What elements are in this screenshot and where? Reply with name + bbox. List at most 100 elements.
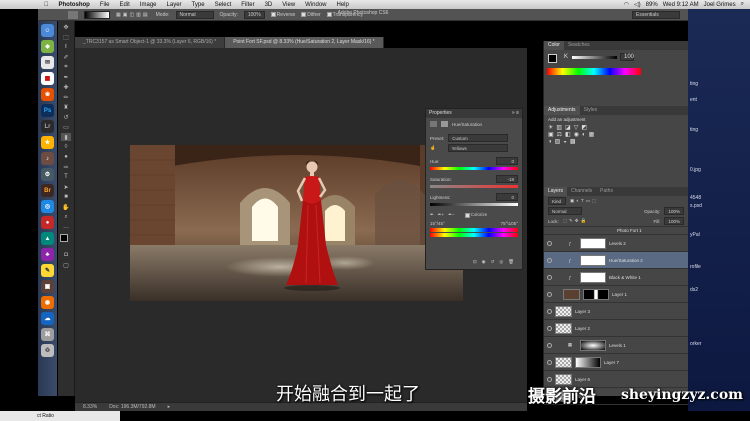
lightroom-icon[interactable]: Lr bbox=[41, 120, 54, 133]
channel-select[interactable]: Yellows bbox=[447, 144, 508, 152]
visibility-eye-icon[interactable] bbox=[547, 325, 552, 331]
path-select-tool-icon[interactable]: ➤ bbox=[61, 183, 71, 191]
safari-icon[interactable]: ◎ bbox=[41, 200, 54, 213]
workspace-select[interactable]: Essentials bbox=[632, 10, 680, 19]
visibility-eye-icon[interactable] bbox=[547, 342, 552, 348]
gradient-type-icons[interactable]: ▦▣◫▥▤ bbox=[116, 12, 150, 18]
menu-edit[interactable]: Edit bbox=[115, 2, 135, 8]
volume-icon[interactable]: ◁) bbox=[634, 1, 641, 8]
doc-size[interactable]: Doc: 196.3M/792.8M bbox=[109, 404, 155, 410]
hue-slider[interactable] bbox=[430, 167, 518, 170]
layer-mask-thumbnail[interactable] bbox=[583, 288, 609, 300]
layer-row[interactable]: ƒ Levels 2 bbox=[544, 235, 688, 252]
trash-icon[interactable]: ♲ bbox=[41, 344, 54, 357]
color-swatches[interactable] bbox=[60, 234, 72, 248]
menu-help[interactable]: Help bbox=[332, 2, 354, 8]
menu-app-name[interactable]: Photoshop bbox=[54, 2, 95, 8]
lasso-tool-icon[interactable]: ℓ bbox=[61, 43, 71, 51]
hue-field[interactable]: 0 bbox=[496, 157, 518, 165]
document-image[interactable] bbox=[130, 145, 463, 301]
adjustment-icons-row-2[interactable]: ▣⚖◧◉◐▦ bbox=[548, 131, 684, 138]
clone-stamp-tool-icon[interactable]: ♜ bbox=[61, 103, 71, 111]
layer-row[interactable]: ƒ Black & White 1 bbox=[544, 269, 688, 286]
reverse-checkbox[interactable]: Reverse bbox=[270, 12, 295, 18]
visibility-eye-icon[interactable] bbox=[547, 257, 552, 263]
menu-image[interactable]: Image bbox=[135, 2, 162, 8]
crop-tool-icon[interactable]: ⌗ bbox=[61, 63, 71, 71]
desktop-file-label[interactable]: rofile bbox=[690, 264, 701, 270]
transparency-checkbox[interactable]: Transparency bbox=[326, 12, 363, 18]
layer-mask-thumbnail[interactable] bbox=[580, 254, 606, 266]
layer-mask-thumbnail[interactable] bbox=[580, 271, 606, 283]
healing-tool-icon[interactable]: ✚ bbox=[61, 83, 71, 91]
colorize-checkbox[interactable]: Colorize bbox=[464, 212, 487, 218]
lightness-slider[interactable] bbox=[430, 203, 518, 206]
reset-icon[interactable]: ↺ bbox=[491, 259, 495, 265]
layer-row[interactable]: ▦ Levels 1 bbox=[544, 337, 688, 354]
visibility-eye-icon[interactable] bbox=[547, 359, 552, 365]
menu-view[interactable]: View bbox=[277, 2, 300, 8]
desktop-file-label[interactable]: orker bbox=[690, 341, 701, 347]
desktop-file-label[interactable]: ting bbox=[690, 127, 698, 133]
menu-window[interactable]: Window bbox=[300, 2, 331, 8]
dither-checkbox[interactable]: Dither bbox=[301, 12, 321, 18]
eyedropper-icon[interactable]: ✒ bbox=[430, 212, 434, 218]
visibility-icon[interactable]: ◎ bbox=[499, 259, 503, 265]
hand-adjust-icon[interactable]: ☝ bbox=[430, 145, 436, 151]
blur-tool-icon[interactable]: ◊ bbox=[61, 143, 71, 151]
dodge-tool-icon[interactable]: ● bbox=[61, 153, 71, 161]
app-icon-2[interactable]: ★ bbox=[41, 136, 54, 149]
layer-group-row[interactable]: Photo Fort 1 bbox=[544, 227, 688, 235]
app-icon-5[interactable]: ● bbox=[41, 216, 54, 229]
menu-select[interactable]: Select bbox=[210, 2, 237, 8]
menu-layer[interactable]: Layer bbox=[162, 2, 187, 8]
marquee-tool-icon[interactable]: ⬚ bbox=[61, 33, 71, 41]
color-range-bar-top[interactable] bbox=[430, 228, 518, 232]
quick-mask-icon[interactable]: ◘ bbox=[61, 251, 71, 259]
status-arrow-icon[interactable]: ▸ bbox=[168, 404, 171, 410]
history-brush-tool-icon[interactable]: ↺ bbox=[61, 113, 71, 121]
opacity-field[interactable]: 100% bbox=[243, 10, 265, 19]
eraser-tool-icon[interactable]: ▭ bbox=[61, 123, 71, 131]
layer-row[interactable]: Layer 7 bbox=[544, 354, 688, 371]
bridge-icon[interactable]: Br bbox=[41, 184, 54, 197]
tab-layers[interactable]: Layers bbox=[544, 187, 568, 196]
desktop-file-label[interactable]: ting bbox=[690, 81, 698, 87]
tab-channels[interactable]: Channels bbox=[567, 187, 596, 196]
layer-mask-thumbnail[interactable] bbox=[575, 356, 601, 368]
app-icon-4[interactable]: ⚙ bbox=[41, 168, 54, 181]
photos-icon[interactable]: ❀ bbox=[41, 88, 54, 101]
menu-filter[interactable]: Filter bbox=[236, 2, 259, 8]
wifi-icon[interactable]: ◠ bbox=[624, 1, 629, 8]
app-icon-11[interactable]: ⌘ bbox=[41, 328, 54, 341]
app-icon-9[interactable]: ▣ bbox=[41, 280, 54, 293]
screen-mode-icon[interactable]: ▢ bbox=[61, 261, 71, 269]
app-icon[interactable]: ◆ bbox=[41, 40, 54, 53]
brush-tool-icon[interactable]: ✏ bbox=[61, 93, 71, 101]
eyedropper-minus-icon[interactable]: ✒− bbox=[448, 212, 454, 218]
fill-field[interactable]: 100% bbox=[664, 217, 684, 225]
layer-mask-thumbnail[interactable] bbox=[580, 339, 606, 351]
eyedropper-plus-icon[interactable]: ✒+ bbox=[438, 212, 444, 218]
adjustment-icons-row-3[interactable]: ◑▨◒▩ bbox=[548, 138, 684, 145]
menu-file[interactable]: File bbox=[95, 2, 115, 8]
color-range-bar-bottom[interactable] bbox=[430, 233, 518, 237]
quick-select-tool-icon[interactable]: ✐ bbox=[61, 53, 71, 61]
lock-icons[interactable]: ⬚✎✥🔒 bbox=[563, 218, 588, 224]
zoom-level[interactable]: 8.33% bbox=[83, 404, 97, 410]
layer-row[interactable]: Layer 3 bbox=[544, 303, 688, 320]
clip-to-layer-icon[interactable]: ⊡ bbox=[473, 259, 477, 265]
adjustment-icons-row-1[interactable]: ☀▥◪▽◩ bbox=[548, 124, 684, 131]
layer-row[interactable]: ƒ Hue/Saturation 2 bbox=[544, 252, 688, 269]
photoshop-icon[interactable]: Ps bbox=[41, 104, 54, 117]
desktop-file-label[interactable]: 0.jpg bbox=[690, 167, 701, 173]
tab-swatches[interactable]: Swatches bbox=[564, 41, 594, 50]
visibility-eye-icon[interactable] bbox=[547, 274, 552, 280]
fg-color-chip[interactable] bbox=[548, 54, 557, 63]
calendar-icon[interactable]: ▦ bbox=[41, 72, 54, 85]
desktop-file-label[interactable]: s.psd bbox=[690, 203, 702, 209]
visibility-eye-icon[interactable] bbox=[547, 291, 552, 297]
clock[interactable]: Wed 9:12 AM bbox=[663, 2, 699, 8]
saturation-field[interactable]: -18 bbox=[496, 175, 518, 183]
app-icon-6[interactable]: ▲ bbox=[41, 232, 54, 245]
